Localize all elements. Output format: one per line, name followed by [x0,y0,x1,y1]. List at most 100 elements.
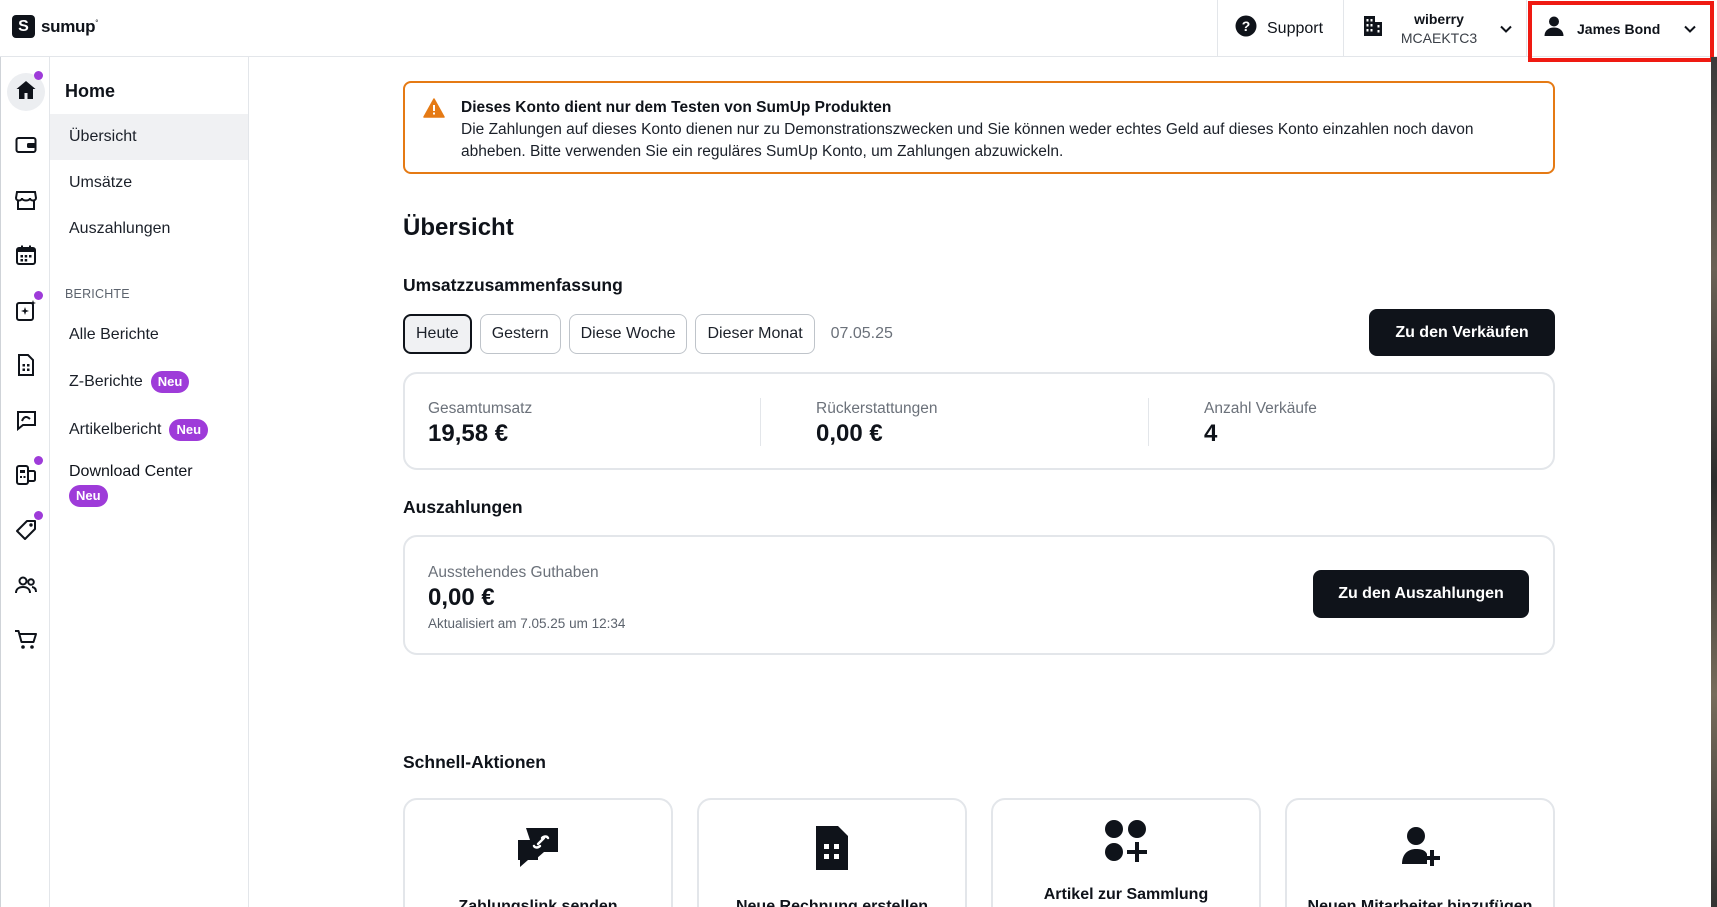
calendar-icon [15,244,37,271]
stat-rueckerstattungen: Rückerstattungen 0,00 € [816,400,938,448]
top-bar: S sumup° ? Support wiberry MCAEKTC3 Jame… [0,0,1717,62]
sidebar-item-label: Artikelbericht [69,421,162,438]
notification-dot [34,71,43,80]
quick-actions-heading: Schnell-Aktionen [403,752,546,772]
sidebar-title: Home [65,81,116,101]
help-circle-icon: ? [1235,15,1257,42]
warning-icon [423,98,445,123]
stat-value: 0,00 € [816,420,883,447]
stat-label: Ausstehendes Guthaben [428,564,599,581]
filter-heute[interactable]: Heute [403,314,472,354]
sidebar-item-label: Z-Berichte [69,373,143,390]
user-icon [1543,15,1565,42]
filter-diese-woche[interactable]: Diese Woche [568,314,688,354]
go-to-payouts-button[interactable]: Zu den Auszahlungen [1313,570,1529,618]
sidebar-item-label: Alle Berichte [69,326,159,343]
building-icon [1362,14,1384,43]
rail-payment-links[interactable] [7,403,45,441]
new-badge: Neu [69,485,108,507]
brand-name: sumup [41,16,96,36]
rail-invoices[interactable] [7,348,45,386]
stat-anzahl-verkaeufe: Anzahl Verkäufe 4 [1204,400,1317,448]
rail-team[interactable] [7,568,45,606]
alert-body: Die Zahlungen auf dieses Konto dienen nu… [461,121,1474,160]
add-item-icon [993,818,1259,864]
sales-summary-card: Gesamtumsatz 19,58 € Rückerstattungen 0,… [403,372,1555,470]
sidebar-item-umsaetze[interactable]: Umsätze [50,160,248,206]
quick-action-label: Artikel zur Sammlung hinzufügen [1043,886,1209,903]
test-account-alert: Dieses Konto dient nur dem Testen von Su… [403,81,1555,174]
payouts-heading: Auszahlungen [403,497,523,517]
quick-action-label: Neuen Mitarbeiter hinzufügen [1307,898,1533,907]
home-icon [15,79,37,106]
alert-title: Dieses Konto dient nur dem Testen von Su… [461,99,892,116]
team-icon [14,574,38,601]
stat-value: 19,58 € [428,420,509,447]
quick-action-label: Neue Rechnung erstellen [735,898,929,907]
sparkle-report-icon [15,299,37,326]
page-title: Übersicht [403,214,514,241]
devices-icon [15,464,37,491]
quick-action-add-item[interactable]: Artikel zur Sammlung hinzufügen [991,798,1261,907]
tag-icon [15,519,37,546]
quick-action-add-employee[interactable]: Neuen Mitarbeiter hinzufügen [1285,798,1555,907]
sidebar: Home Übersicht Umsätze Auszahlungen BERI… [50,57,249,907]
svg-text:?: ? [1242,18,1251,34]
pending-balance: Ausstehendes Guthaben 0,00 € Aktualisier… [428,564,625,631]
quick-action-new-invoice[interactable]: Neue Rechnung erstellen [697,798,967,907]
chat-link-icon [405,824,671,872]
sumup-logo[interactable]: S sumup° [12,15,98,38]
stat-value: 0,00 € [428,584,495,611]
new-badge: Neu [169,419,209,441]
stat-value: 4 [1204,420,1218,447]
filter-date: 07.05.25 [830,325,893,342]
sidebar-item-auszahlungen[interactable]: Auszahlungen [50,206,248,252]
sumup-logo-mark: S [12,15,35,38]
divider [760,398,761,446]
rail-promotions[interactable] [7,511,45,551]
main-content: Dieses Konto dient nur dem Testen von Su… [249,57,1711,907]
sidebar-item-uebersicht[interactable]: Übersicht [50,114,248,160]
chevron-down-icon [1684,20,1696,38]
quick-action-payment-link[interactable]: Zahlungslink senden [403,798,673,907]
sumup-logo-text: sumup° [41,16,99,36]
sidebar-item-download-center[interactable]: Download Center Neu [69,463,239,507]
user-menu-button[interactable]: James Bond [1526,0,1717,57]
wallet-icon [15,135,37,160]
merchant-switcher[interactable]: wiberry MCAEKTC3 [1343,0,1526,57]
stat-label: Gesamtumsatz [428,400,533,417]
updated-timestamp: Aktualisiert am 7.05.25 um 12:34 [428,616,626,631]
rail-store[interactable] [7,183,45,221]
filter-gestern[interactable]: Gestern [479,314,561,354]
sidebar-item-alle-berichte[interactable]: Alle Berichte [50,312,248,358]
rail-wallet[interactable] [7,128,45,166]
invoice-doc-icon [699,824,965,872]
stat-label: Anzahl Verkäufe [1204,400,1317,417]
rail-calendar[interactable] [7,238,45,276]
rail-reports-ai[interactable] [7,291,45,331]
user-name: James Bond [1577,20,1661,37]
support-label: Support [1267,19,1324,37]
add-person-icon [1287,824,1553,868]
store-icon [14,189,38,216]
sidebar-item-label: Download Center [69,463,193,480]
merchant-code: MCAEKTC3 [1400,30,1478,46]
rail-home[interactable] [7,71,45,111]
divider [1148,398,1149,446]
rail-shop[interactable] [7,623,45,661]
icon-rail [0,57,50,907]
sidebar-item-z-berichte[interactable]: Z-Berichte Neu [50,359,248,405]
sidebar-section-label: BERICHTE [65,287,130,301]
invoice-icon [16,353,36,381]
rail-devices[interactable] [7,456,45,496]
go-to-sales-button[interactable]: Zu den Verkäufen [1369,309,1555,356]
sidebar-item-artikelbericht[interactable]: Artikelbericht Neu [50,407,248,453]
filter-dieser-monat[interactable]: Dieser Monat [695,314,815,354]
support-button[interactable]: ? Support [1217,0,1343,57]
chevron-down-icon [1500,20,1512,38]
new-badge: Neu [150,371,190,393]
summary-heading: Umsatzzusammenfassung [403,275,623,295]
payment-link-icon [15,409,37,436]
quick-action-label: Zahlungslink senden [458,898,618,907]
stat-label: Rückerstattungen [816,400,938,417]
